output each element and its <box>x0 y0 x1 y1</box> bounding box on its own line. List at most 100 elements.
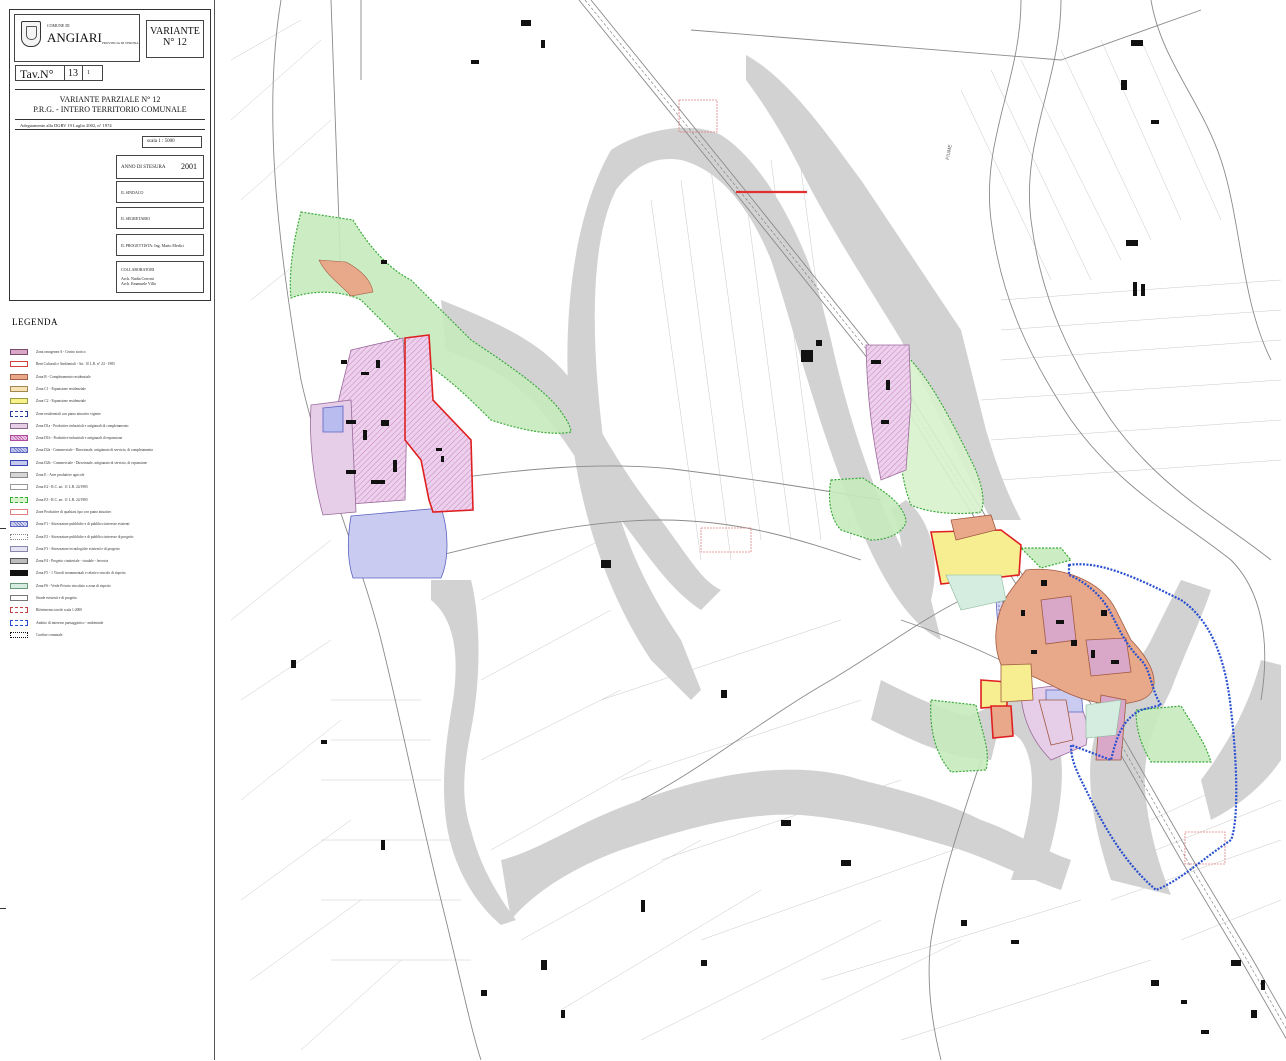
legend-label: Strade esistenti e di progetto <box>36 596 77 600</box>
legend-label: Zona D1a - Produttive industriali e arti… <box>36 423 129 428</box>
tav-box: Tav.N° 13 1 <box>15 65 103 81</box>
legend-item: Zona F6 - Verde Privato vincolato a zona… <box>10 582 111 590</box>
comune-small-label: COMUNE DI <box>47 23 70 28</box>
legend-label: Zona F4 - Progetto cimiteriale - stradal… <box>36 559 109 564</box>
legend-item: Zona D2a - Commerciale - Direzionale, ar… <box>10 446 153 454</box>
legend-item: Zona F1 - Attrezzature pubbliche e di pu… <box>10 520 130 528</box>
variante-box: VARIANTE N° 12 <box>146 20 204 58</box>
comune-crest-icon <box>21 21 41 47</box>
legend-item: Zona E - Aree produttive agricole <box>10 471 84 479</box>
legend-swatch <box>10 398 28 405</box>
title-block-panel: COMUNE DI ANGIARI PROVINCIA DI VERONA VA… <box>9 9 211 301</box>
legend-item: Confine comunale <box>10 631 62 639</box>
anno-value: 2001 <box>181 162 197 171</box>
map-sheet: COMUNE DI ANGIARI PROVINCIA DI VERONA VA… <box>0 0 1286 1061</box>
legend-swatch <box>10 570 28 577</box>
legend-swatch <box>10 459 28 466</box>
progettista-label: IL PROGETTISTA: Ing. Mario Medici <box>121 243 184 248</box>
place-label-fiume: FIUME <box>945 143 954 160</box>
legend-label: Ambito di interesse paesaggistico - ambi… <box>36 620 104 625</box>
legend-item: Zona omogenea A - Centro storico <box>10 348 86 356</box>
provincia-label: PROVINCIA DI VERONA <box>102 41 139 45</box>
legend-item: Zone residenziali con piano attuativo vi… <box>10 410 101 418</box>
map-area[interactable]: FIUME <box>214 0 1286 1060</box>
legend-label: Zona D2b - Commerciale - Direzionale, ar… <box>36 460 147 465</box>
segretario-label: IL SEGRETARIO <box>121 216 151 221</box>
scale-box: scala 1 : 5000 <box>142 136 202 148</box>
legend-item: Zona C2 - Espansione residenziale <box>10 397 86 405</box>
zoning-map: FIUME <box>230 0 1286 1060</box>
collaboratore-2: Arch. Emanuele Villa <box>121 281 156 286</box>
legend-label: Zona B - Completamento residenziale <box>36 374 91 379</box>
legend-item: Riferimento tavole scala 1:2000 <box>10 606 82 614</box>
legend-label: Zone Produttive di qualsiasi tipo con pi… <box>36 509 112 514</box>
title-line-1: VARIANTE PARZIALE N° 12 <box>59 95 161 104</box>
comune-box: COMUNE DI ANGIARI PROVINCIA DI VERONA <box>14 14 140 62</box>
legend-swatch <box>10 508 28 515</box>
legend-title: LEGENDA <box>12 317 58 327</box>
variante-label: VARIANTE <box>150 26 200 37</box>
legend-swatch <box>10 521 28 528</box>
sindaco-label: IL SINDACO <box>121 190 144 195</box>
legend-label: Zona D1b - Produttive industriali e arti… <box>36 436 123 441</box>
legend-swatch <box>10 435 28 442</box>
segretario-box: IL SEGRETARIO <box>116 207 204 229</box>
legend-item: Zona D1a - Produttive industriali e arti… <box>10 422 128 430</box>
legend-item: Zona D2b - Commerciale - Direzionale, ar… <box>10 459 147 467</box>
legend-label: Zona C2 - Espansione residenziale <box>36 399 86 404</box>
anno-box: ANNO DI STESURA 2001 <box>116 155 204 179</box>
legend-label: Riferimento tavole scala 1:2000 <box>36 608 83 613</box>
legend-swatch <box>10 595 28 601</box>
legend-swatch <box>10 619 28 626</box>
legend-item: Zona F5 - 1 Vincoli monumentali e relati… <box>10 569 126 577</box>
progettista-box: IL PROGETTISTA: Ing. Mario Medici <box>116 234 204 256</box>
legend-swatch <box>10 582 28 589</box>
legend-item: Zona F3 - Attrezzature tecnologiche esis… <box>10 545 120 553</box>
legend-label: Zona D2a - Commerciale - Direzionale, ar… <box>36 448 154 453</box>
collaboratori-label: COLLABORATORI <box>121 267 155 272</box>
legend-label: Zona E - Aree produttive agricole <box>36 473 85 477</box>
legend-item: Zona F4 - Progetto cimiteriale - stradal… <box>10 557 108 565</box>
collaboratori-box: COLLABORATORI Arch. Nadia Cerroni Arch. … <box>116 261 204 293</box>
legend-label: Confine comunale <box>36 632 63 637</box>
legend-swatch <box>10 496 28 503</box>
legend-swatch <box>10 533 28 540</box>
legend-item: Beni Culturali e Ambientali - Art. 10 L.… <box>10 360 115 368</box>
legend-label: Zona C1 - Espansione residenziale <box>36 386 86 391</box>
legend-label: Zone residenziali con piano attuativo vi… <box>36 411 101 416</box>
legend-swatch <box>10 607 28 614</box>
legend-label: Zona E2 - R.C. art. 11 L.R. 24/1985 <box>36 485 88 490</box>
central-plan-reference <box>700 527 752 553</box>
legend-swatch <box>10 385 28 392</box>
legend-item: Zona E3 - R.C. art. 11 L.R. 24/1985 <box>10 496 88 504</box>
legend-swatch <box>10 447 28 454</box>
variante-number: N° 12 <box>163 37 187 48</box>
sindaco-box: IL SINDACO <box>116 181 204 203</box>
legend-item: Strade esistenti e di progetto <box>10 594 77 602</box>
legend-swatch <box>10 422 28 429</box>
legend-swatch <box>10 545 28 552</box>
legend-swatch <box>10 472 28 478</box>
legend-item: Zone Produttive di qualsiasi tipo con pi… <box>10 508 111 516</box>
legend-label: Zona F1 - Attrezzature pubbliche e di pu… <box>36 522 130 527</box>
legend-item: Ambito di interesse paesaggistico - ambi… <box>10 619 103 627</box>
legend-label: Beni Culturali e Ambientali - Art. 10 L.… <box>36 362 115 367</box>
title-line-3: Adeguamento alla DGRV 19 Luglio 2002, n°… <box>20 123 112 128</box>
legend-item: Zona C1 - Espansione residenziale <box>10 385 86 393</box>
legend-label: Zona F3 - Attrezzature tecnologiche esis… <box>36 546 120 551</box>
legend-swatch <box>10 631 28 638</box>
scale-label: scala 1 : 5000 <box>147 139 175 144</box>
legend-swatch <box>10 373 28 380</box>
legend-item: Zona D1b - Produttive industriali e arti… <box>10 434 122 442</box>
legend-item: Zona F2 - Attrezzature pubbliche e di pu… <box>10 533 133 541</box>
legend-label: Zona F6 - Verde Privato vincolato a zona… <box>36 583 111 588</box>
legend-label: Zona E3 - R.C. art. 11 L.R. 24/1985 <box>36 497 88 502</box>
anno-label: ANNO DI STESURA <box>121 165 166 170</box>
legend-swatch <box>10 558 28 565</box>
legend-label: Zona omogenea A - Centro storico <box>36 350 86 354</box>
tav-label: Tav.N° <box>20 67 54 81</box>
legend-swatch <box>10 349 28 355</box>
comune-name: ANGIARI <box>47 30 102 45</box>
legend-item: Zona E2 - R.C. art. 11 L.R. 24/1985 <box>10 483 88 491</box>
tav-number: 13 <box>68 68 78 79</box>
